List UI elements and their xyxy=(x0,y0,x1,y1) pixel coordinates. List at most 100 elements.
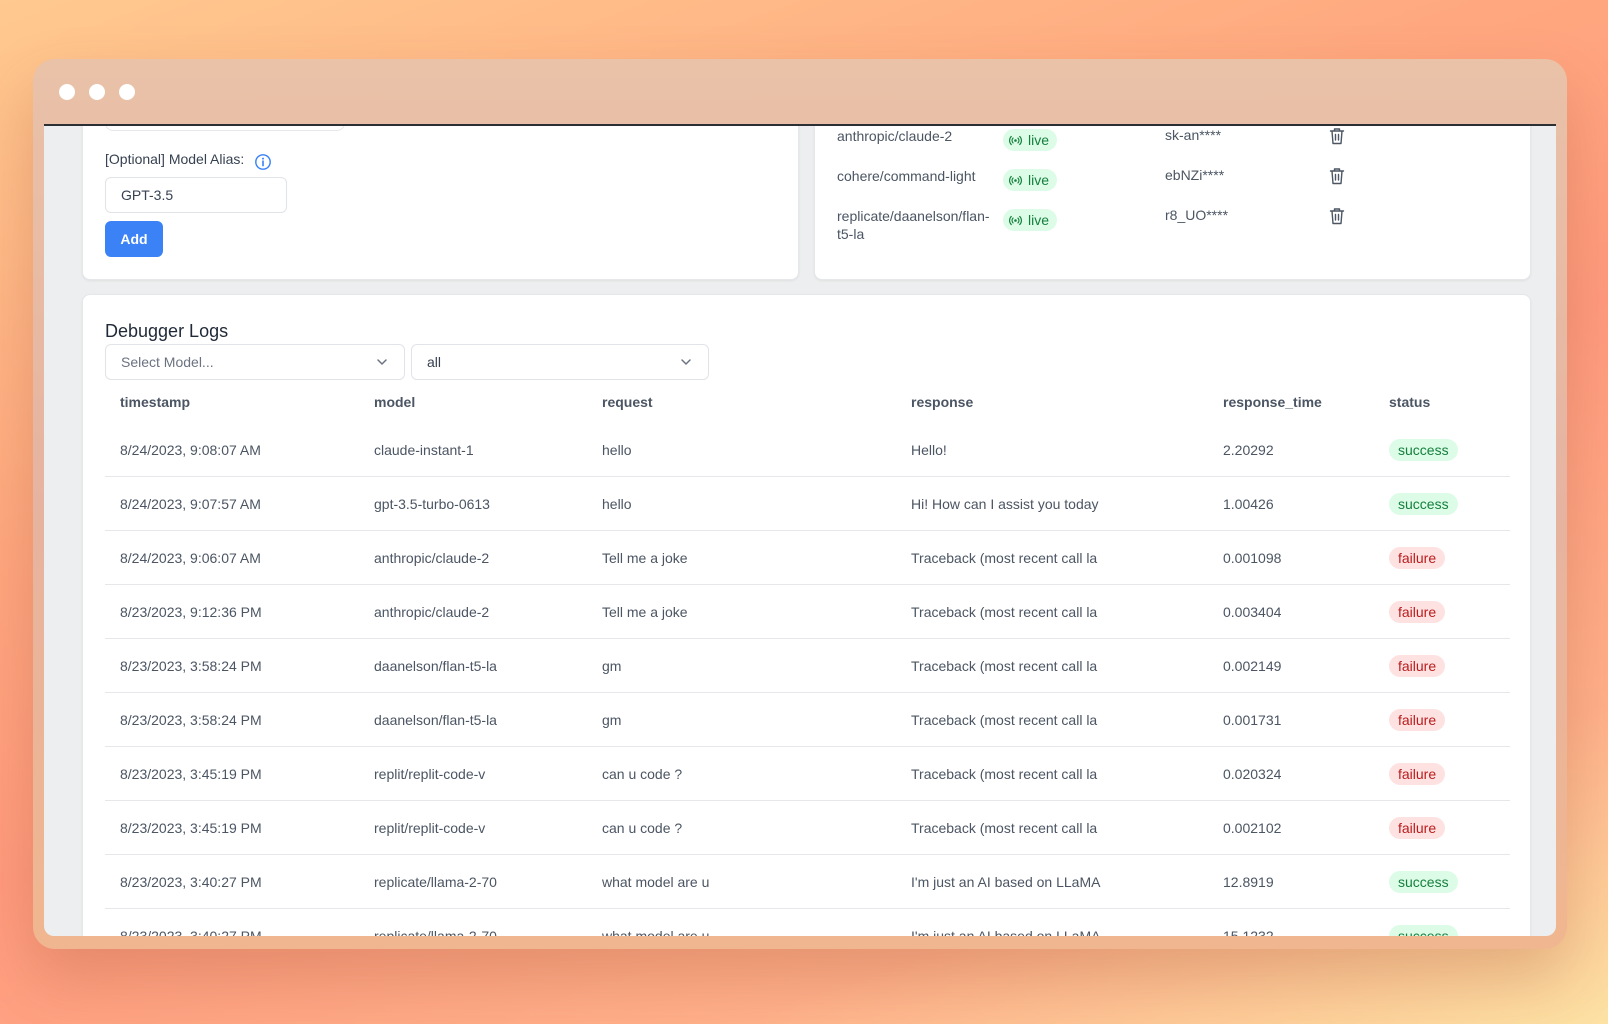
timestamp-cell: 8/23/2023, 3:40:27 PM xyxy=(120,928,262,936)
timestamp-cell: 8/23/2023, 3:58:24 PM xyxy=(120,657,262,674)
response-cell: Traceback (most recent call la xyxy=(911,819,1098,836)
model-input-partial[interactable] xyxy=(105,126,345,131)
table-row[interactable]: 8/23/2023, 3:40:27 PM replicate/llama-2-7… xyxy=(105,855,1510,909)
model-cell: replicate/llama-2-70 xyxy=(374,873,497,890)
table-row[interactable]: 8/23/2023, 3:58:24 PM daanelson/flan-t5-l… xyxy=(105,639,1510,693)
response-time-cell: 0.020324 xyxy=(1223,765,1282,782)
timestamp-cell: 8/23/2023, 3:45:19 PM xyxy=(120,765,262,782)
model-select[interactable]: Select Model... xyxy=(105,344,405,380)
live-status-text: live xyxy=(1028,212,1050,228)
window-controls xyxy=(59,84,135,100)
close-window-dot[interactable] xyxy=(59,84,75,100)
trash-icon[interactable] xyxy=(1329,127,1345,145)
timestamp-cell: 8/23/2023, 3:40:27 PM xyxy=(120,873,262,890)
status-cell: failure xyxy=(1389,654,1525,677)
debugger-logs-card: Debugger Logs Select Model... all timest… xyxy=(82,294,1531,936)
model-cell: daanelson/flan-t5-la xyxy=(374,657,497,674)
status-cell: success xyxy=(1389,870,1525,893)
response-cell: Hi! How can I assist you today xyxy=(911,495,1099,512)
status-filter-select[interactable]: all xyxy=(411,344,709,380)
response-cell: I'm just an AI based on LLaMA xyxy=(911,873,1101,890)
response-time-cell: 0.001731 xyxy=(1223,711,1282,728)
table-row[interactable]: 8/23/2023, 3:45:19 PM replit/replit-code-… xyxy=(105,801,1510,855)
trash-icon[interactable] xyxy=(1329,207,1345,225)
add-model-button[interactable]: Add xyxy=(105,221,163,257)
live-signal-icon xyxy=(1009,135,1022,145)
request-cell: hello xyxy=(602,441,632,458)
status-cell: failure xyxy=(1389,762,1525,785)
debugger-logs-title: Debugger Logs xyxy=(105,321,229,341)
maximize-window-dot[interactable] xyxy=(119,84,135,100)
response-cell: I'm just an AI based on LLaMA xyxy=(911,928,1101,936)
live-status-badge: live xyxy=(1003,209,1058,231)
trash-icon[interactable] xyxy=(1329,167,1345,185)
column-header[interactable]: status xyxy=(1389,394,1525,410)
add-model-card: [Optional] Model Alias: GPT-3.5 Add xyxy=(82,126,799,280)
timestamp-cell: 8/23/2023, 3:58:24 PM xyxy=(120,711,262,728)
table-row[interactable]: 8/23/2023, 3:45:19 PM replit/replit-code-… xyxy=(105,747,1510,801)
live-status-text: live xyxy=(1028,172,1050,188)
logs-table-body: 8/24/2023, 9:08:07 AM claude-instant-1 hel… xyxy=(105,423,1510,936)
response-time-cell: 15.1232 xyxy=(1223,928,1274,936)
key-model-name: anthropic/claude-2 xyxy=(837,128,953,144)
status-badge: success xyxy=(1389,925,1458,936)
timestamp-cell: 8/24/2023, 9:06:07 AM xyxy=(120,549,261,566)
request-cell: gm xyxy=(602,657,622,674)
table-row[interactable]: 8/23/2023, 3:40:27 PM replicate/llama-2-7… xyxy=(105,909,1510,936)
key-row: cohere/command-light live ebNZi**** xyxy=(837,167,1517,207)
browser-window: [Optional] Model Alias: GPT-3.5 Add anth… xyxy=(33,59,1567,949)
live-status-badge: live xyxy=(1003,129,1058,151)
response-time-cell: 0.003404 xyxy=(1223,603,1282,620)
model-cell: replit/replit-code-v xyxy=(374,819,486,836)
column-header[interactable]: timestamp xyxy=(120,394,374,410)
status-filter-value: all xyxy=(427,354,442,370)
model-alias-label-text: [Optional] Model Alias: xyxy=(105,151,245,167)
live-signal-icon xyxy=(1009,215,1022,225)
table-row[interactable]: 8/24/2023, 9:08:07 AM claude-instant-1 hel… xyxy=(105,423,1510,477)
model-alias-label: [Optional] Model Alias: xyxy=(105,147,272,171)
status-cell: success xyxy=(1389,438,1525,461)
response-time-cell: 0.001098 xyxy=(1223,549,1282,566)
key-secret: r8_UO**** xyxy=(1165,207,1229,223)
model-cell: daanelson/flan-t5-la xyxy=(374,711,497,728)
timestamp-cell: 8/24/2023, 9:08:07 AM xyxy=(120,441,261,458)
status-badge: failure xyxy=(1389,654,1446,677)
minimize-window-dot[interactable] xyxy=(89,84,105,100)
model-cell: replit/replit-code-v xyxy=(374,765,486,782)
key-secret: ebNZi**** xyxy=(1165,167,1225,183)
timestamp-cell: 8/23/2023, 9:12:36 PM xyxy=(120,603,262,620)
table-row[interactable]: 8/23/2023, 9:12:36 PM anthropic/claude-2 T… xyxy=(105,585,1510,639)
status-cell: success xyxy=(1389,492,1525,515)
chevron-down-icon xyxy=(377,359,387,365)
status-cell: failure xyxy=(1389,816,1525,839)
status-badge: failure xyxy=(1389,816,1446,839)
column-header[interactable]: response_time xyxy=(1223,394,1389,410)
request-cell: can u code ? xyxy=(602,819,683,836)
column-header[interactable]: response xyxy=(911,394,1223,410)
model-cell: anthropic/claude-2 xyxy=(374,549,490,566)
request-cell: Tell me a joke xyxy=(602,549,688,566)
status-cell: failure xyxy=(1389,546,1525,569)
column-header[interactable]: request xyxy=(602,394,911,410)
table-row[interactable]: 8/24/2023, 9:07:57 AM gpt-3.5-turbo-0613 h… xyxy=(105,477,1510,531)
response-time-cell: 12.8919 xyxy=(1223,873,1274,890)
status-badge: success xyxy=(1389,492,1458,515)
info-icon[interactable] xyxy=(254,153,272,171)
column-header[interactable]: model xyxy=(374,394,602,410)
request-cell: hello xyxy=(602,495,632,512)
request-cell: gm xyxy=(602,711,622,728)
response-time-cell: 2.20292 xyxy=(1223,441,1274,458)
live-status-badge: live xyxy=(1003,169,1058,191)
status-badge: failure xyxy=(1389,708,1446,731)
timestamp-cell: 8/24/2023, 9:07:57 AM xyxy=(120,495,261,512)
key-model-name: cohere/command-light xyxy=(837,168,976,184)
key-secret: sk-an**** xyxy=(1165,127,1222,143)
response-time-cell: 0.002102 xyxy=(1223,819,1282,836)
key-row: replicate/daanelson/flan-t5-la live r8_U… xyxy=(837,207,1517,247)
logs-table-header: timestamp model request response respons… xyxy=(105,383,1510,421)
model-alias-input[interactable]: GPT-3.5 xyxy=(105,177,287,213)
table-row[interactable]: 8/23/2023, 3:58:24 PM daanelson/flan-t5-l… xyxy=(105,693,1510,747)
status-badge: success xyxy=(1389,438,1458,461)
page-viewport: [Optional] Model Alias: GPT-3.5 Add anth… xyxy=(44,124,1556,936)
table-row[interactable]: 8/24/2023, 9:06:07 AM anthropic/claude-2 T… xyxy=(105,531,1510,585)
